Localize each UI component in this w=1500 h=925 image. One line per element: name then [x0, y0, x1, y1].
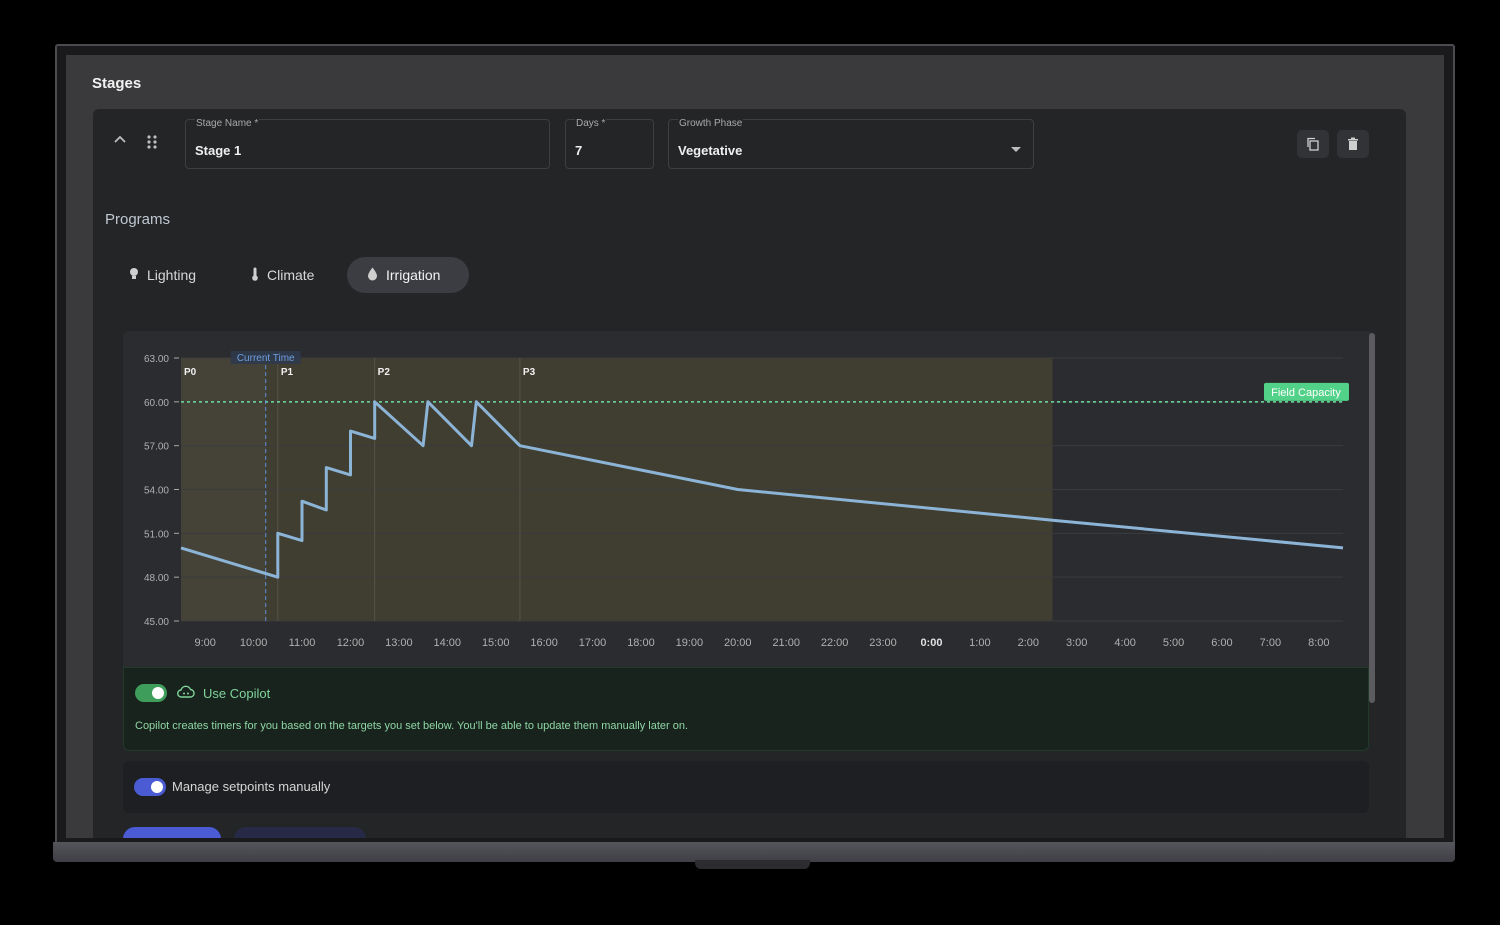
- x-tick-label: 8:00: [1308, 637, 1329, 649]
- growth-phase-label: Growth Phase: [678, 118, 744, 129]
- tab-irrigation[interactable]: Irrigation: [347, 257, 469, 293]
- x-tick-label: 16:00: [530, 637, 558, 649]
- secondary-action-button[interactable]: [234, 827, 366, 838]
- phase-label: P1: [281, 367, 294, 378]
- x-tick-label: 3:00: [1066, 637, 1087, 649]
- y-tick-label: 54.00: [144, 486, 169, 497]
- x-tick-label: 7:00: [1260, 637, 1281, 649]
- field-capacity-label: Field Capacity: [1271, 387, 1341, 399]
- programs-title: Programs: [105, 211, 171, 228]
- trash-icon: [1348, 137, 1358, 150]
- x-tick-label: 1:00: [969, 637, 990, 649]
- page-title: Stages: [92, 75, 142, 92]
- y-tick-label: 57.00: [144, 442, 169, 453]
- stage-card: Stage Name * Stage 1 Days * 7 Growth Pha…: [93, 109, 1406, 838]
- x-tick-label: 21:00: [772, 637, 800, 649]
- stage-name-field[interactable]: Stage Name * Stage 1: [185, 118, 550, 169]
- x-tick-label: 4:00: [1114, 637, 1135, 649]
- days-field[interactable]: Days * 7: [565, 118, 654, 169]
- x-tick-label: 0:00: [920, 637, 942, 649]
- x-tick-label: 9:00: [194, 637, 215, 649]
- monitor-bezel: [53, 842, 1455, 862]
- y-tick-label: 48.00: [144, 573, 169, 584]
- drag-handle-icon[interactable]: [146, 134, 158, 155]
- monitor-frame: Stages Stage Name * Stage 1 Days * 7 Gro…: [55, 44, 1455, 844]
- x-tick-label: 23:00: [869, 637, 897, 649]
- x-tick-label: 15:00: [482, 637, 510, 649]
- dropdown-caret-icon: [1011, 147, 1021, 152]
- y-tick-label: 63.00: [144, 354, 169, 365]
- x-tick-label: 10:00: [240, 637, 268, 649]
- x-tick-label: 12:00: [337, 637, 365, 649]
- x-tick-label: 14:00: [434, 637, 462, 649]
- x-tick-label: 11:00: [289, 637, 316, 649]
- copilot-description: Copilot creates timers for you based on …: [135, 720, 689, 732]
- cloud-copilot-icon: [177, 685, 195, 704]
- scrollbar[interactable]: [1369, 333, 1375, 703]
- tab-climate[interactable]: Climate: [231, 257, 332, 293]
- stage-name-value: Stage 1: [195, 143, 242, 158]
- tab-lighting[interactable]: Lighting: [109, 257, 214, 293]
- monitor-stand: [695, 860, 810, 869]
- current-time-label: Current Time: [237, 353, 295, 364]
- x-tick-label: 19:00: [676, 637, 704, 649]
- water-drop-icon: [367, 267, 378, 284]
- tab-irrigation-label: Irrigation: [386, 267, 441, 283]
- phase-label: P0: [184, 367, 197, 378]
- phase-label: P3: [523, 367, 536, 378]
- growth-phase-select[interactable]: Growth Phase Vegetative: [668, 118, 1034, 169]
- growth-phase-value: Vegetative: [678, 143, 743, 158]
- delete-stage-button[interactable]: [1337, 130, 1369, 158]
- x-tick-label: 2:00: [1018, 637, 1039, 649]
- collapse-chevron-icon[interactable]: [113, 133, 127, 152]
- x-tick-label: 5:00: [1163, 637, 1184, 649]
- app-screen: Stages Stage Name * Stage 1 Days * 7 Gro…: [66, 55, 1444, 838]
- x-tick-label: 20:00: [724, 637, 752, 649]
- tab-lighting-label: Lighting: [147, 267, 197, 283]
- manual-setpoints-panel: Manage setpoints manually: [123, 761, 1369, 813]
- copy-icon: [1307, 137, 1319, 151]
- manual-setpoints-toggle[interactable]: [134, 778, 166, 796]
- x-tick-label: 17:00: [579, 637, 607, 649]
- x-tick-label: 6:00: [1211, 637, 1232, 649]
- y-tick-label: 60.00: [144, 398, 169, 409]
- x-tick-label: 22:00: [821, 637, 849, 649]
- copilot-panel: Use Copilot Copilot creates timers for y…: [123, 667, 1369, 751]
- x-tick-label: 18:00: [627, 637, 655, 649]
- tab-climate-label: Climate: [267, 267, 315, 283]
- stage-name-label: Stage Name *: [195, 118, 260, 129]
- copilot-toggle[interactable]: [135, 684, 167, 702]
- duplicate-stage-button[interactable]: [1297, 130, 1329, 158]
- y-tick-label: 51.00: [144, 529, 169, 540]
- irrigation-chart-svg[interactable]: 63.00 60.00 57.00 54.00 51.00 48.00 45.00 P0 P1 P…: [123, 331, 1373, 671]
- y-tick-label: 45.00: [144, 617, 169, 628]
- x-tick-label: 13:00: [385, 637, 413, 649]
- primary-action-button[interactable]: [123, 827, 221, 838]
- days-value: 7: [575, 143, 583, 158]
- thermometer-icon: [251, 267, 259, 284]
- phase-label: P2: [378, 367, 391, 378]
- days-label: Days *: [575, 118, 607, 129]
- irrigation-chart: 63.00 60.00 57.00 54.00 51.00 48.00 45.00 P0 P1 P…: [123, 331, 1373, 671]
- lightbulb-icon: [129, 267, 139, 283]
- copilot-label: Use Copilot: [203, 686, 271, 701]
- manual-setpoints-label: Manage setpoints manually: [172, 779, 331, 794]
